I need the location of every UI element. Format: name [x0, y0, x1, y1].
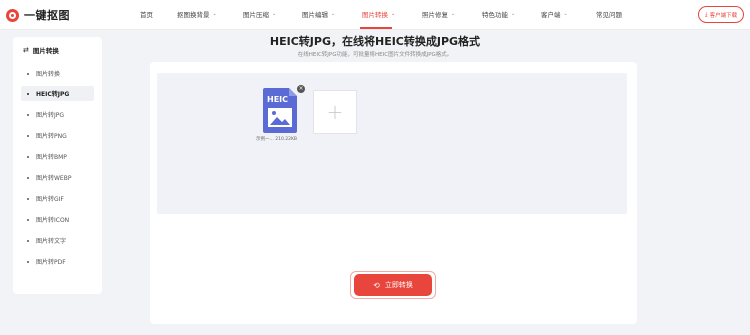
- sidebar-item-label: 图片转BMP: [36, 154, 67, 161]
- sidebar-item-label: 图片转换: [36, 71, 61, 78]
- nav-item-faq[interactable]: 常见问题: [596, 9, 622, 19]
- download-label: 客户端下载: [709, 12, 738, 19]
- convert-now-button[interactable]: ⟲ 立即转换: [354, 274, 432, 296]
- bullet-icon: [27, 218, 29, 221]
- bullet-icon: [27, 134, 29, 137]
- sidebar-item-icon[interactable]: 图片转ICON: [21, 212, 94, 227]
- add-file-button[interactable]: +: [313, 90, 357, 134]
- bullet-icon: [27, 92, 29, 95]
- nav-label: 客户端: [541, 11, 561, 19]
- heic-file-icon: HEIC: [263, 88, 297, 133]
- client-download-button[interactable]: ⤓ 客户端下载: [698, 6, 744, 23]
- bullet-icon: [27, 197, 29, 200]
- plus-icon: +: [326, 100, 344, 124]
- close-icon[interactable]: ×: [297, 85, 305, 93]
- page-title: HEIC转JPG，在线将HEIC转换成JPG格式: [269, 35, 481, 48]
- nav-label: 首页: [140, 11, 153, 19]
- nav-label: 图片转换: [362, 11, 388, 19]
- chat-convert-icon: ⟲: [373, 280, 380, 290]
- brand-logo[interactable]: 一键抠图: [6, 6, 70, 24]
- logo-mark-icon: [6, 8, 19, 22]
- page-subtitle: 在线HEIC转JPG功能，可批量将HEIC图片文件转换成JPG格式。: [297, 52, 453, 58]
- nav-label: 抠图换背景: [177, 11, 210, 19]
- bullet-icon: [27, 72, 29, 75]
- sidebar-item-bmp[interactable]: 图片转BMP: [21, 149, 94, 164]
- nav-label: 特色功能: [482, 11, 508, 19]
- bullet-icon: [27, 239, 29, 242]
- bullet-icon: [27, 113, 29, 116]
- sidebar-item-jpg[interactable]: 图片转JPG: [21, 107, 94, 122]
- bullet-icon: [27, 260, 29, 263]
- sidebar-item-label: 图片转PDF: [36, 259, 66, 266]
- chevron-down-icon: ⌄: [451, 11, 456, 17]
- nav-item-compress[interactable]: 图片压缩 ⌄: [243, 9, 276, 19]
- file-type-label: HEIC: [267, 95, 288, 104]
- nav-item-cutout[interactable]: 抠图换背景 ⌄: [177, 9, 217, 19]
- download-icon: ⤓: [704, 10, 708, 18]
- sidebar-item-png[interactable]: 图片转PNG: [21, 128, 94, 143]
- upload-drop-zone[interactable]: [157, 73, 627, 214]
- chevron-down-icon: ⌄: [331, 11, 336, 17]
- nav-label: 常见问题: [596, 11, 622, 19]
- sidebar-item-label: 图片转JPG: [36, 112, 65, 119]
- sidebar-item-label: 图片转WEBP: [36, 175, 72, 182]
- sidebar-item-heic-jpg[interactable]: HEIC转JPG: [21, 86, 94, 101]
- chevron-down-icon: ⌄: [272, 11, 277, 17]
- nav-item-edit[interactable]: 图片编辑 ⌄: [302, 9, 335, 19]
- sidebar-item-label: 图片转PNG: [36, 133, 67, 140]
- sidebar-item-image-convert[interactable]: 图片转换: [21, 66, 94, 81]
- nav-label: 照片修复: [422, 11, 448, 19]
- sidebar-item-label: 图片转ICON: [36, 217, 70, 224]
- sidebar-item-text[interactable]: 图片转文字: [21, 233, 94, 248]
- top-navigation-bar: 一键抠图 首页 抠图换背景 ⌄ 图片压缩 ⌄ 图片编辑 ⌄ 图片转换 ⌄ 照片修复 ⌄ 特…: [0, 0, 750, 30]
- sidebar-item-gif[interactable]: 图片转GIF: [21, 191, 94, 206]
- sidebar-item-label: 图片转文字: [36, 238, 67, 245]
- sidebar: ⇄ 图片转换 图片转换 HEIC转JPG 图片转JPG 图片转PNG 图片转BM…: [13, 37, 102, 294]
- chevron-down-icon: ⌄: [391, 11, 396, 17]
- file-name-size: 示例一... 210.22KB: [256, 137, 298, 142]
- convert-label: 立即转换: [384, 281, 413, 289]
- nav-item-client[interactable]: 客户端 ⌄: [541, 9, 568, 19]
- sidebar-item-webp[interactable]: 图片转WEBP: [21, 170, 94, 185]
- chevron-down-icon: ⌄: [212, 11, 217, 17]
- nav-label: 图片编辑: [302, 11, 328, 19]
- chevron-down-icon: ⌄: [511, 11, 516, 17]
- nav-item-convert[interactable]: 图片转换 ⌄: [362, 9, 395, 19]
- nav-item-home[interactable]: 首页: [140, 9, 153, 19]
- nav-label: 图片压缩: [243, 11, 269, 19]
- nav-item-repair[interactable]: 照片修复 ⌄: [422, 9, 455, 19]
- nav-item-features[interactable]: 特色功能 ⌄: [482, 9, 515, 19]
- sidebar-item-pdf[interactable]: 图片转PDF: [21, 254, 94, 269]
- sidebar-item-label: 图片转GIF: [36, 196, 64, 203]
- bullet-icon: [27, 176, 29, 179]
- chevron-down-icon: ⌄: [563, 11, 568, 17]
- sidebar-item-label: HEIC转JPG: [36, 91, 70, 98]
- bullet-icon: [27, 155, 29, 158]
- active-nav-indicator: [360, 27, 392, 29]
- brand-name: 一键抠图: [24, 9, 70, 22]
